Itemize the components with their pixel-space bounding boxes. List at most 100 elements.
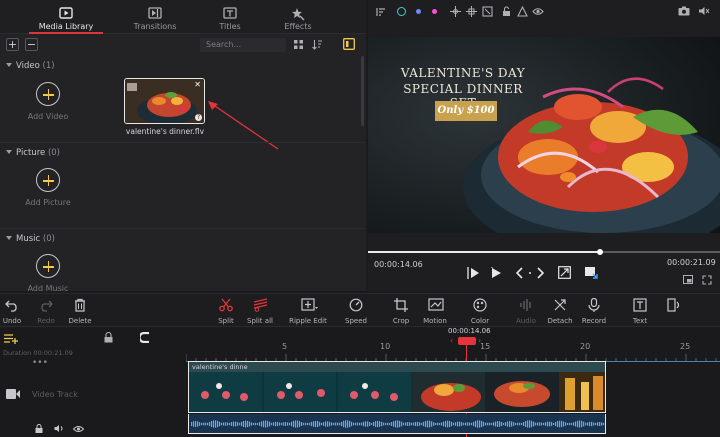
progress-knob[interactable]	[596, 249, 603, 255]
waveform-bar	[217, 420, 219, 428]
add-track-icon[interactable]	[4, 333, 19, 345]
waveform-bar	[561, 420, 563, 428]
section-count: (0)	[42, 234, 55, 244]
snapshot-icon[interactable]	[678, 6, 690, 16]
waveform-bar	[331, 422, 333, 426]
add-media-button[interactable]: +	[6, 38, 19, 51]
section-header-music[interactable]: Music (0)	[6, 234, 55, 246]
waveform-bar	[317, 421, 319, 427]
timeline-lock-icon[interactable]	[103, 332, 114, 343]
pip-icon[interactable]	[683, 275, 693, 284]
waveform-bar	[395, 420, 397, 428]
waveform-bar	[341, 421, 343, 427]
waveform-bar	[505, 422, 507, 426]
align-icon[interactable]	[376, 7, 386, 17]
playhead-next-arrow[interactable]: ›	[478, 336, 481, 345]
audio-waveform[interactable]	[188, 414, 606, 434]
color-icon	[473, 298, 487, 312]
waveform-bar	[355, 422, 357, 426]
color-dot-pink-icon[interactable]	[432, 9, 437, 14]
collapse-arrow-icon	[6, 150, 12, 154]
frame-icon[interactable]	[482, 6, 493, 17]
ripple-edit-button[interactable]: Ripple Edit	[286, 297, 330, 325]
waveform-bar	[353, 422, 355, 426]
track-lock-icon[interactable]	[35, 424, 43, 433]
play-icon[interactable]	[490, 267, 502, 279]
waveform-bar	[543, 422, 545, 426]
undo-icon	[5, 298, 19, 312]
export-frame-icon[interactable]	[584, 266, 598, 279]
delete-button[interactable]: Delete	[58, 297, 102, 325]
step-frames-icon[interactable]	[516, 267, 544, 279]
tab-effects[interactable]: Effects	[255, 0, 341, 34]
waveform-bar	[265, 420, 267, 428]
video-preview[interactable]: VALENTINE'S DAY SPECIAL DINNER SET Only …	[368, 37, 720, 233]
waveform-bar	[349, 420, 351, 428]
color-dot-cyan-icon[interactable]	[397, 7, 406, 16]
eye-icon[interactable]	[532, 7, 544, 16]
waveform-bar	[241, 421, 243, 427]
waveform-bar	[369, 422, 371, 426]
color-dot-blue-icon[interactable]	[416, 9, 421, 14]
waveform-bar	[579, 420, 581, 428]
expand-icon[interactable]	[702, 275, 712, 285]
close-icon[interactable]: ✕	[194, 80, 201, 89]
waveform-bar	[269, 421, 271, 427]
track-mute-icon[interactable]	[54, 424, 64, 433]
waveform-bar	[327, 421, 329, 427]
track-more-button[interactable]: •••	[32, 358, 48, 368]
waveform-bar	[437, 422, 439, 426]
tab-media-library[interactable]: Media Library	[23, 0, 109, 34]
waveform-bar	[463, 422, 465, 426]
crosshair-icon[interactable]	[466, 6, 477, 17]
preview-volume-icon[interactable]	[698, 6, 710, 16]
toolbar-label: Motion	[423, 317, 447, 325]
split-all-button[interactable]: Split all	[238, 297, 282, 325]
magnet-icon[interactable]	[140, 332, 151, 343]
add-video-button[interactable]	[36, 82, 60, 106]
playhead-time: 00:00:14.06	[448, 327, 491, 335]
search-input[interactable]: Search...	[200, 38, 286, 52]
media-thumbnail[interactable]: ✕ ?	[124, 78, 205, 124]
fullscreen-preview-icon[interactable]	[558, 266, 571, 279]
add-picture-button[interactable]	[36, 168, 60, 192]
waveform-bar	[575, 421, 577, 427]
video-track-icon	[6, 389, 20, 399]
panel-toggle-icon[interactable]	[343, 38, 355, 50]
remove-media-button[interactable]: −	[25, 38, 38, 51]
playhead-prev-arrow[interactable]: ‹	[450, 336, 453, 345]
waveform-bar	[267, 420, 269, 428]
volume-button[interactable]	[652, 297, 696, 325]
waveform-bar	[345, 420, 347, 428]
microphone-icon	[587, 298, 601, 312]
timeline-ruler[interactable]: 5 10 15 20 25	[186, 342, 720, 362]
motion-button[interactable]: Motion	[413, 297, 457, 325]
waveform-bar	[515, 422, 517, 426]
grid-view-icon[interactable]	[294, 40, 303, 49]
lock-icon[interactable]	[502, 6, 511, 17]
waveform-bar	[583, 421, 585, 427]
library-scrollbar[interactable]	[361, 56, 364, 126]
waveform-bar	[451, 421, 453, 427]
waveform-bar	[215, 420, 217, 428]
playhead-handle[interactable]	[458, 337, 476, 345]
sort-icon[interactable]	[312, 39, 323, 50]
price-badge: Only $100	[435, 101, 497, 121]
playback-progress-bar[interactable]	[368, 249, 720, 255]
waveform-bar	[499, 421, 501, 427]
speed-button[interactable]: Speed	[334, 297, 378, 325]
opacity-icon[interactable]	[517, 6, 528, 17]
add-music-button[interactable]	[36, 254, 60, 278]
transform-icon[interactable]	[450, 6, 461, 17]
record-button[interactable]: Record	[572, 297, 616, 325]
track-visibility-icon[interactable]	[73, 425, 84, 433]
section-header-picture[interactable]: Picture (0)	[6, 148, 60, 160]
section-divider	[0, 142, 366, 143]
tab-transitions[interactable]: Transitions	[112, 0, 198, 34]
prev-frame-icon[interactable]	[467, 267, 480, 279]
section-header-video[interactable]: Video (1)	[6, 61, 55, 73]
color-button[interactable]: Color	[458, 297, 502, 325]
waveform-bar	[439, 422, 441, 426]
waveform-bar	[207, 422, 209, 426]
video-clip[interactable]: valentine's dinne	[188, 361, 606, 413]
